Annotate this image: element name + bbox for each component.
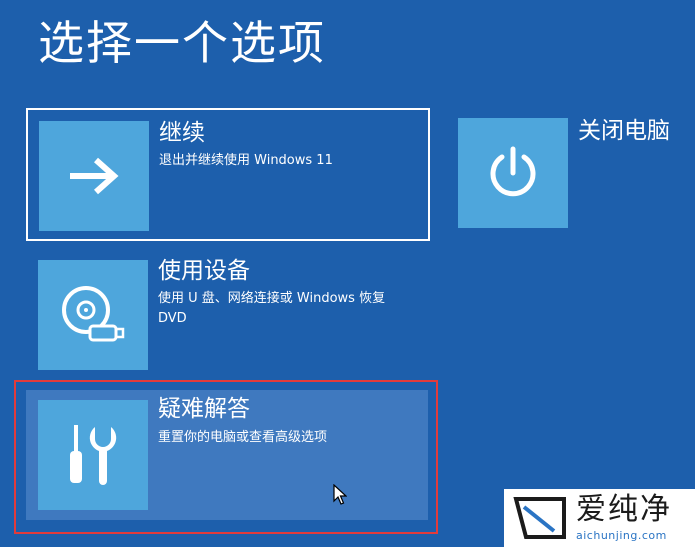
- continue-option[interactable]: 继续 退出并继续使用 Windows 11: [26, 108, 430, 241]
- watermark: 爱纯净 aichunjing.com: [504, 489, 695, 547]
- power-off-option[interactable]: 关闭电脑: [458, 118, 695, 230]
- mouse-cursor-icon: [333, 484, 347, 505]
- power-off-tile[interactable]: [458, 118, 568, 228]
- watermark-logo-text: 爱纯净: [576, 492, 672, 527]
- disc-usb-icon: [62, 286, 125, 342]
- power-icon: [490, 146, 536, 197]
- use-device-title: 使用设备: [158, 258, 250, 284]
- continue-description: 退出并继续使用 Windows 11: [159, 153, 333, 168]
- use-device-description: 使用 U 盘、网络连接或 Windows 恢复 DVD: [158, 291, 386, 326]
- watermark-logo-icon: [513, 497, 566, 539]
- continue-tile[interactable]: [39, 121, 149, 231]
- page-title: 选择一个选项: [38, 16, 326, 70]
- troubleshoot-highlight-box: [14, 380, 438, 534]
- arrow-right-icon: [70, 157, 119, 195]
- use-device-option[interactable]: 使用设备 使用 U 盘、网络连接或 Windows 恢复 DVD: [28, 250, 430, 380]
- continue-title: 继续: [159, 120, 205, 146]
- power-off-title: 关闭电脑: [578, 118, 670, 144]
- watermark-url: aichunjing.com: [576, 529, 667, 542]
- use-device-tile[interactable]: [38, 260, 148, 370]
